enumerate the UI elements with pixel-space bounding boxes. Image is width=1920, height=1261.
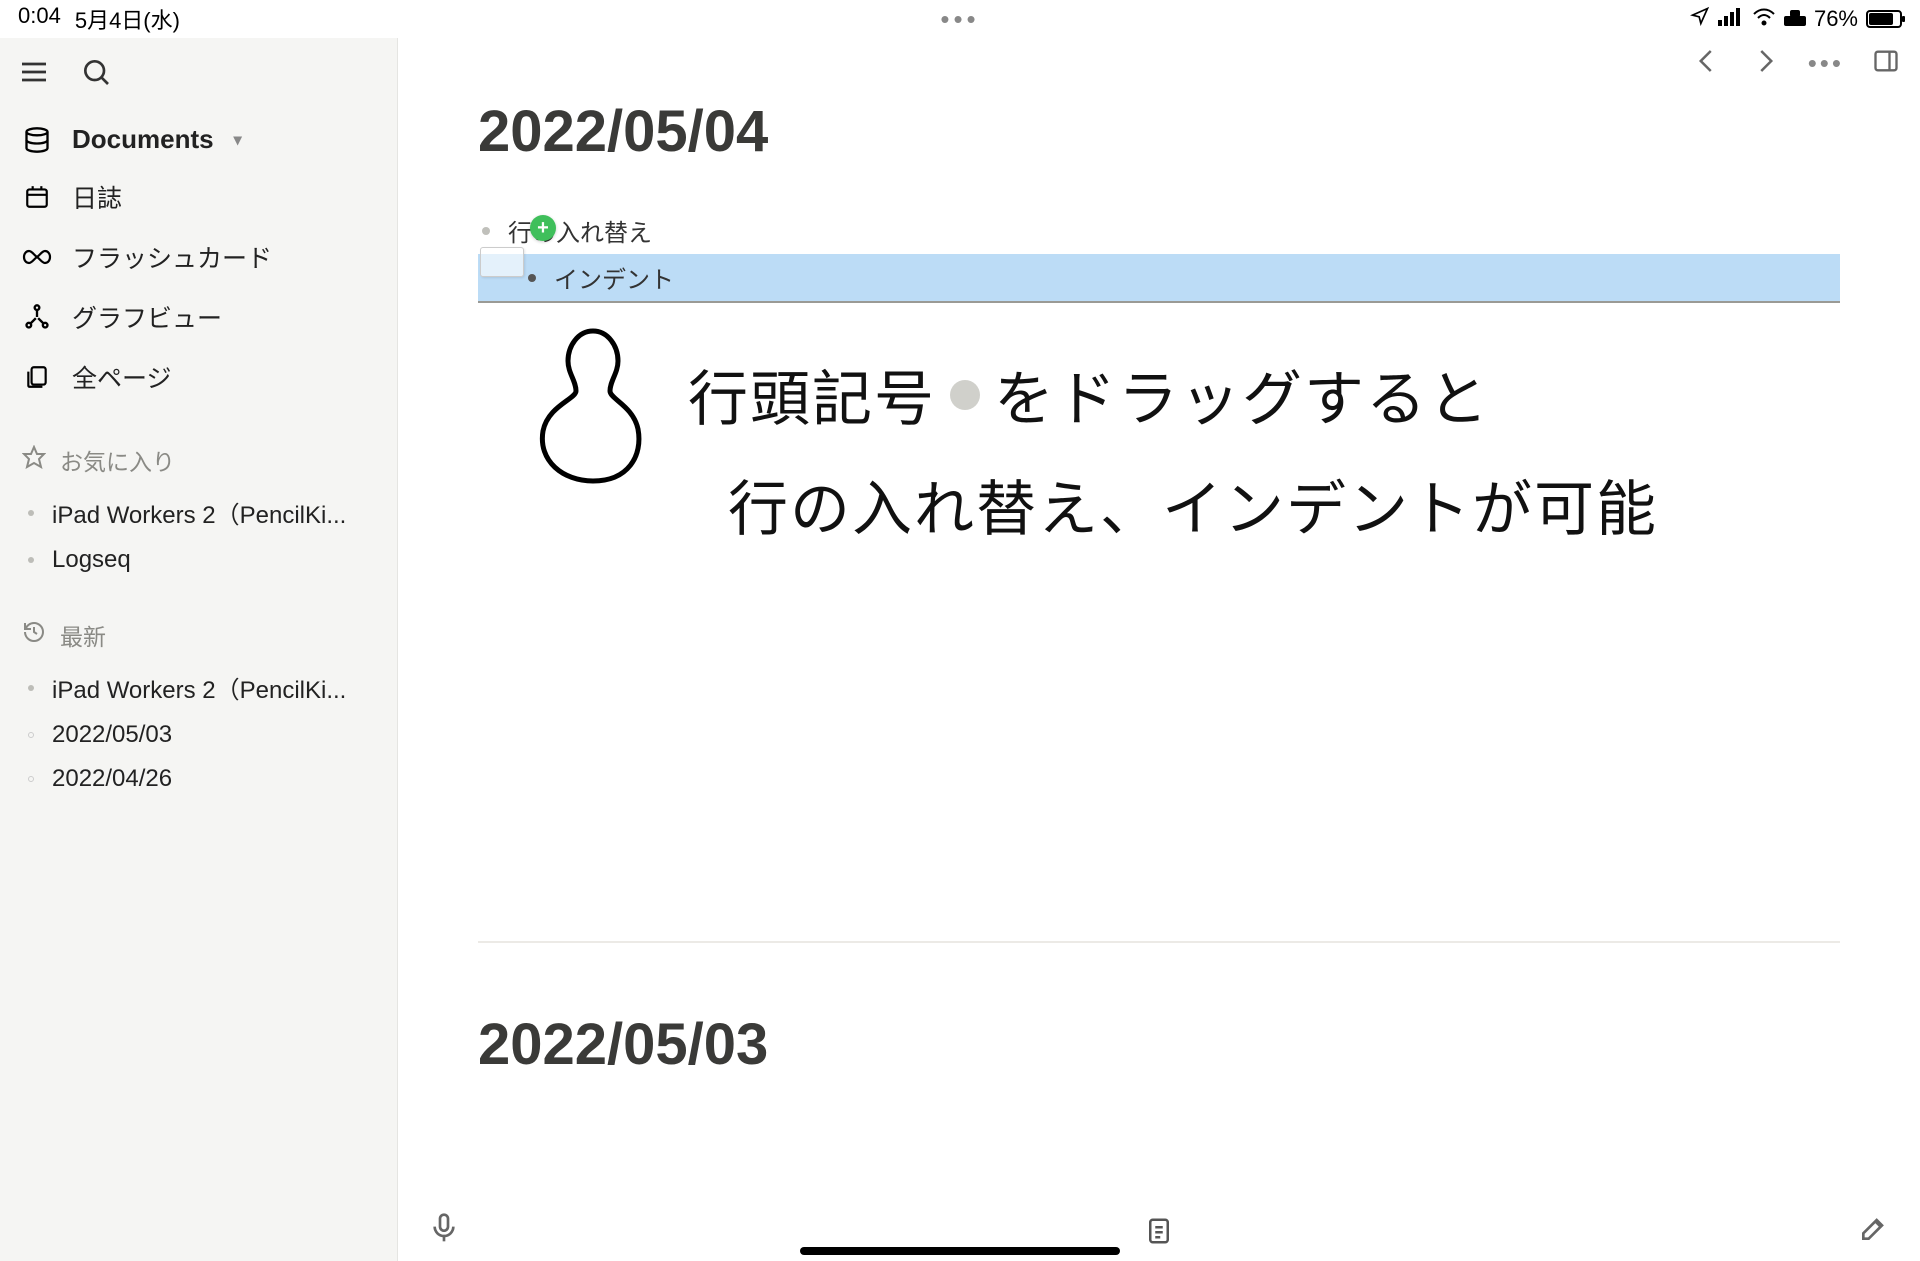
favorite-item[interactable]: Logseq [0, 538, 397, 582]
document-icon[interactable] [1144, 1216, 1174, 1251]
bullet-list: + 行の入れ替え インデント [478, 207, 1840, 303]
hand-pointer-drawing-icon [508, 321, 678, 491]
calendar-icon [22, 184, 52, 210]
bullet-row[interactable]: 行の入れ替え [478, 207, 1840, 254]
sidebar-item-flashcards[interactable]: フラッシュカード [0, 227, 397, 287]
star-icon [22, 445, 46, 475]
sidebar-item-allpages[interactable]: 全ページ [0, 347, 397, 407]
multitask-dots-icon[interactable]: ••• [940, 4, 979, 35]
status-time: 0:04 [18, 3, 61, 35]
nav-label: 全ページ [72, 359, 172, 395]
page-title[interactable]: 2022/05/03 [478, 1011, 1840, 1078]
handwriting-text: をドラッグすると [994, 351, 1490, 438]
right-panel-toggle-icon[interactable] [1872, 47, 1900, 80]
more-icon[interactable]: ••• [1808, 48, 1844, 79]
infinity-icon [22, 247, 52, 267]
camera-control-icon [1784, 6, 1806, 32]
battery-percent: 76% [1814, 6, 1858, 32]
nav-forward-button[interactable] [1750, 46, 1780, 81]
nav-label: 日誌 [72, 179, 122, 215]
sidebar: Documents ▾ 日誌 フラッシュカード グラフビュー 全ページ [0, 38, 398, 1261]
status-bar: 0:04 5月4日(水) ••• 76% [0, 0, 1920, 38]
wifi-icon [1752, 6, 1776, 32]
bullet-row-selected[interactable]: インデント [478, 254, 1840, 303]
location-icon [1690, 6, 1710, 32]
nav-label: グラフビュー [72, 299, 222, 335]
database-icon [22, 126, 52, 154]
sidebar-item-graph[interactable]: グラフビュー [0, 287, 397, 347]
history-icon [22, 620, 46, 650]
bullet-dot-icon[interactable] [528, 274, 536, 282]
drag-ghost-icon[interactable] [480, 247, 524, 277]
bullet-text[interactable]: インデント [554, 260, 674, 295]
documents-dropdown[interactable]: Documents ▾ [0, 112, 397, 167]
bullet-dot-icon[interactable] [482, 227, 490, 235]
page-title[interactable]: 2022/05/04 [478, 98, 1840, 165]
compose-icon[interactable] [1858, 1212, 1890, 1249]
favorite-item[interactable]: iPad Workers 2（PencilKi... [0, 487, 397, 538]
home-indicator[interactable] [800, 1247, 1120, 1255]
pages-icon [22, 364, 52, 390]
recent-header[interactable]: 最新 [0, 608, 397, 662]
battery-icon [1866, 10, 1902, 28]
search-icon[interactable] [80, 56, 112, 88]
cell-signal-icon [1718, 6, 1744, 32]
handwriting-dot-icon [950, 380, 980, 410]
menu-icon[interactable] [18, 56, 50, 88]
graph-icon [22, 303, 52, 331]
add-indicator-icon: + [530, 215, 556, 241]
sidebar-item-journal[interactable]: 日誌 [0, 167, 397, 227]
section-divider [478, 941, 1840, 943]
recent-item[interactable]: 2022/05/03 [0, 713, 397, 757]
nav-back-button[interactable] [1692, 46, 1722, 81]
recent-item[interactable]: iPad Workers 2（PencilKi... [0, 662, 397, 713]
favorites-header[interactable]: お気に入り [0, 433, 397, 487]
chevron-down-icon: ▾ [234, 130, 242, 150]
nav-label: フラッシュカード [72, 239, 272, 275]
handwriting-text: 行頭記号 [688, 351, 936, 438]
status-date: 5月4日(水) [75, 3, 180, 35]
documents-label: Documents [72, 124, 214, 155]
handwriting-text: 行の入れ替え、インデントが可能 [728, 461, 1658, 548]
handwriting-annotation: 行頭記号 をドラッグすると 行の入れ替え、インデントが可能 [478, 321, 1840, 621]
recent-item[interactable]: 2022/04/26 [0, 757, 397, 801]
main-area: ••• 2022/05/04 + 行の入れ替え インデント [398, 38, 1920, 1261]
